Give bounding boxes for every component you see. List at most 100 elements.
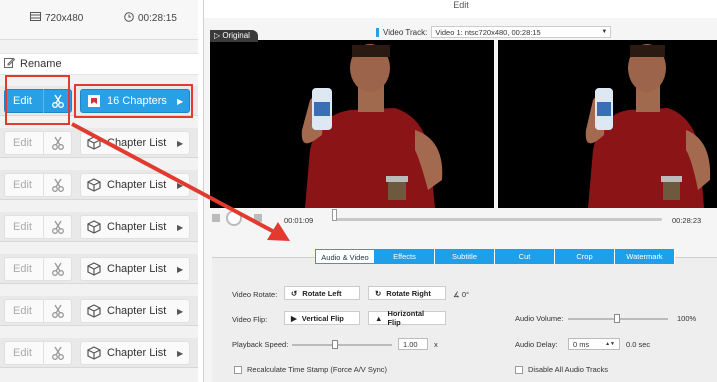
stop-icon[interactable] [212, 214, 220, 222]
edit-button[interactable]: Edit [4, 173, 72, 197]
chapter-icon [81, 262, 107, 276]
chapter-button[interactable]: Chapter List ▶ [80, 299, 190, 323]
tab-cut[interactable]: Cut [495, 249, 555, 264]
audio-volume-value: 100% [677, 314, 697, 323]
chapter-label: Chapter List [107, 347, 167, 359]
tab-effects[interactable]: Effects [375, 249, 435, 264]
edit-label: Edit [13, 221, 32, 233]
settings-area: Video Rotate: ↺ Rotate Left ↻ Rotate Rig… [212, 257, 717, 382]
edit-button[interactable]: Edit [4, 299, 72, 323]
title-row: Edit Chapter List ▶ [0, 338, 198, 368]
chapter-button[interactable]: Chapter List ▶ [80, 257, 190, 281]
scissors-icon [43, 299, 71, 323]
tab-audio-video[interactable]: Audio & Video [315, 249, 375, 264]
playback-speed-label: Playback Speed: [232, 340, 289, 349]
play-icon: ▷ [214, 31, 221, 40]
vertical-flip-icon: ▶ [291, 313, 297, 323]
preview-video [498, 40, 717, 208]
seek-thumb[interactable] [332, 209, 337, 221]
audio-volume-knob[interactable] [614, 314, 620, 323]
edit-tabs: Audio & Video Effects Subtitle Cut Crop Water… [315, 249, 675, 264]
checkbox-box [515, 365, 523, 374]
video-track-selector: Video Track: Video 1: ntsc720x480, 00:28… [376, 26, 612, 38]
vertical-flip-label: Vertical Flip [301, 313, 344, 323]
playback-speed-input[interactable]: 1.00 [398, 338, 428, 350]
disable-audio-checkbox[interactable]: Disable All Audio Tracks [515, 365, 608, 374]
chapter-button[interactable]: Chapter List ▶ [80, 173, 190, 197]
rotate-right-label: Rotate Right [386, 288, 431, 298]
resolution-info: 720x480 [30, 12, 83, 24]
stepper-icon: ▲▼ [605, 341, 615, 347]
vertical-flip-button[interactable]: ▶ Vertical Flip [284, 311, 360, 325]
edit-label: Edit [13, 263, 32, 275]
edit-button[interactable]: Edit [4, 215, 72, 239]
rotate-left-icon: ↺ [291, 288, 298, 298]
chevron-right-icon: ▶ [177, 138, 184, 148]
chapter-icon [81, 304, 107, 318]
chevron-right-icon: ▶ [177, 348, 184, 358]
chevron-right-icon: ▶ [177, 264, 184, 274]
rotate-left-button[interactable]: ↺ Rotate Left [284, 286, 360, 300]
playback-speed-slider[interactable] [292, 344, 392, 346]
panel-title: Edit [204, 0, 717, 18]
audio-volume-label: Audio Volume: [515, 314, 564, 323]
chapter-button[interactable]: Chapter List ▶ [80, 341, 190, 365]
disable-audio-label: Disable All Audio Tracks [528, 365, 609, 374]
chapter-label: Chapter List [107, 179, 167, 191]
tab-watermark[interactable]: Watermark [615, 249, 675, 264]
play-button[interactable] [226, 210, 242, 226]
scissors-icon [43, 257, 71, 281]
scissors-icon [43, 131, 71, 155]
original-video-preview [210, 40, 494, 208]
video-frame-image [210, 40, 494, 208]
duration-text: 00:28:15 [138, 13, 177, 24]
playback-controls: 00:01:09 00:28:23 [204, 208, 717, 232]
scissors-icon [43, 215, 71, 239]
horizontal-flip-button[interactable]: ▲ Horizontal Flip [368, 309, 446, 327]
edit-button[interactable]: Edit [4, 131, 72, 155]
rename-button[interactable]: Rename [0, 53, 198, 75]
rotate-angle: ∡ 0° [453, 290, 469, 299]
video-track-label: Video Track: [383, 27, 428, 37]
seek-bar[interactable] [332, 218, 662, 221]
playback-speed-knob[interactable] [332, 340, 338, 349]
chapter-button[interactable]: Chapter List ▶ [80, 131, 190, 155]
chapter-icon [81, 346, 107, 360]
tab-crop[interactable]: Crop [555, 249, 615, 264]
chapter-label: Chapter List [107, 221, 167, 233]
chevron-right-icon: ▶ [177, 180, 184, 190]
rotate-right-button[interactable]: ↻ Rotate Right [368, 286, 446, 300]
chapter-button[interactable]: Chapter List ▶ [80, 215, 190, 239]
original-badge: ▷ Original [210, 30, 258, 42]
video-track-dropdown[interactable]: Video 1: ntsc720x480, 00:28:15 ▼ [431, 26, 612, 38]
horizontal-flip-label: Horizontal Flip [387, 309, 425, 327]
edit-highlight-box [5, 75, 70, 125]
edit-button[interactable]: Edit [4, 341, 72, 365]
chapter-icon [81, 136, 107, 150]
playback-speed-value: 1.00 [403, 339, 418, 349]
recalc-label: Recalculate Time Stamp (Force A/V Sync) [247, 365, 388, 374]
video-flip-label: Video Flip: [232, 315, 268, 324]
video-track-value: Video 1: ntsc720x480, 00:28:15 [435, 27, 541, 37]
edit-button[interactable]: Edit [4, 257, 72, 281]
title-row: Edit Chapter List ▶ [0, 212, 198, 242]
tab-subtitle[interactable]: Subtitle [435, 249, 495, 264]
chapter-icon [81, 178, 107, 192]
checkbox-box [234, 365, 242, 374]
original-label: Original [222, 31, 250, 40]
title-row: Edit Chapter List ▶ [0, 170, 198, 200]
title-info-bar: 720x480 00:28:15 [0, 0, 198, 40]
audio-delay-input[interactable]: 0 ms ▲▼ [568, 338, 620, 350]
film-icon [30, 12, 41, 24]
recalc-timestamp-checkbox[interactable]: Recalculate Time Stamp (Force A/V Sync) [234, 365, 387, 374]
edit-label: Edit [13, 137, 32, 149]
title-row: Edit Chapter List ▶ [0, 254, 198, 284]
total-time: 00:28:23 [672, 216, 702, 225]
next-frame-icon[interactable] [254, 214, 262, 222]
duration-info: 00:28:15 [124, 12, 177, 25]
scissors-icon [43, 341, 71, 365]
scissors-icon [43, 173, 71, 197]
title-list-panel: 720x480 00:28:15 Rename Edit 16 Chapters ▶… [0, 0, 198, 382]
rotate-left-label: Rotate Left [302, 288, 342, 298]
video-frame-image [498, 40, 717, 208]
